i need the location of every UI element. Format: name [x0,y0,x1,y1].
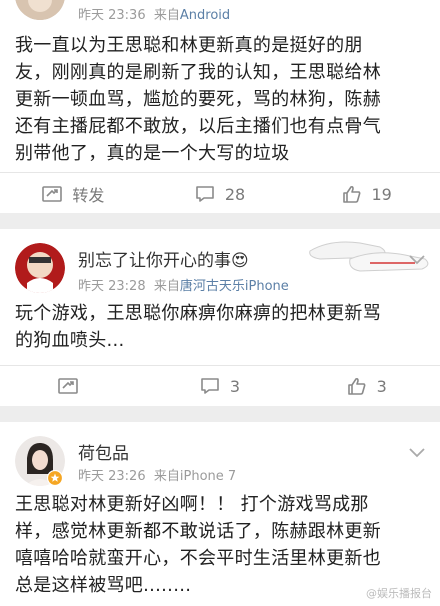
user-name[interactable]: 别忘了让你开心的事😍 [78,246,249,271]
comment-card-1[interactable]: 昨天 23:36 来自Android 我一直以为王思聪和林更新真的是挺好的朋 友… [0,0,440,213]
comment-card-3[interactable]: 荷包品 昨天 23:26 来自iPhone 7 王思聪对林更新好凶啊！！ 打个游… [0,422,440,606]
chevron-down-icon[interactable] [408,444,426,458]
thumbs-up-icon [347,377,366,395]
source-app-link[interactable]: Android [180,8,230,23]
comment-card-2[interactable]: 别忘了让你开心的事😍 昨天 23:28 来自唐河古天乐iPhone 玩个游戏，王… [0,229,440,406]
comment-icon [201,378,219,394]
comment-meta: 昨天 23:36 来自Android [78,8,231,23]
divider [0,172,440,173]
thumbs-up-icon [342,185,360,203]
action-bar: 3 3 [0,366,440,406]
avatar[interactable] [15,243,65,293]
like-count: 19 [371,184,392,204]
like-count: 3 [376,376,387,396]
heart-eyes-emoji: 😍 [231,251,249,271]
avatar[interactable] [15,0,65,20]
like-button[interactable]: 3 [293,366,440,406]
source-app-link[interactable]: 唐河古天乐iPhone [180,279,289,294]
comment-icon [196,186,214,202]
comment-text: 王思聪对林更新好凶啊！！ 打个游戏骂成那 样，感觉林更新都不敢说话了，陈赫跟林更… [15,494,381,596]
comment-count: 28 [224,184,246,204]
like-button[interactable]: 19 [293,174,440,214]
repost-icon [58,378,79,394]
chevron-down-icon[interactable] [408,251,426,265]
comment-meta: 昨天 23:28 来自唐河古天乐iPhone [78,279,289,294]
comment-text: 我一直以为王思聪和林更新真的是挺好的朋 友，刚刚真的是刷新了我的认知，王思聪给林… [15,35,381,164]
comment-meta: 昨天 23:26 来自iPhone 7 [78,469,237,484]
repost-button[interactable]: 转发 [0,174,147,214]
verified-badge-icon [47,470,63,486]
comment-button[interactable]: 28 [147,174,294,214]
action-bar: 转发 28 19 [0,174,440,214]
comment-count: 3 [229,376,241,396]
repost-icon [42,186,63,202]
repost-button[interactable] [0,366,147,406]
repost-label: 转发 [72,186,105,205]
comment-button[interactable]: 3 [147,366,294,406]
comment-text: 玩个游戏，王思聪你麻痹你麻痹的把林更新骂 的狗血喷头... [15,303,381,351]
watermark: @娱乐播报台 [366,587,432,600]
user-name[interactable]: 荷包品 [78,439,129,464]
